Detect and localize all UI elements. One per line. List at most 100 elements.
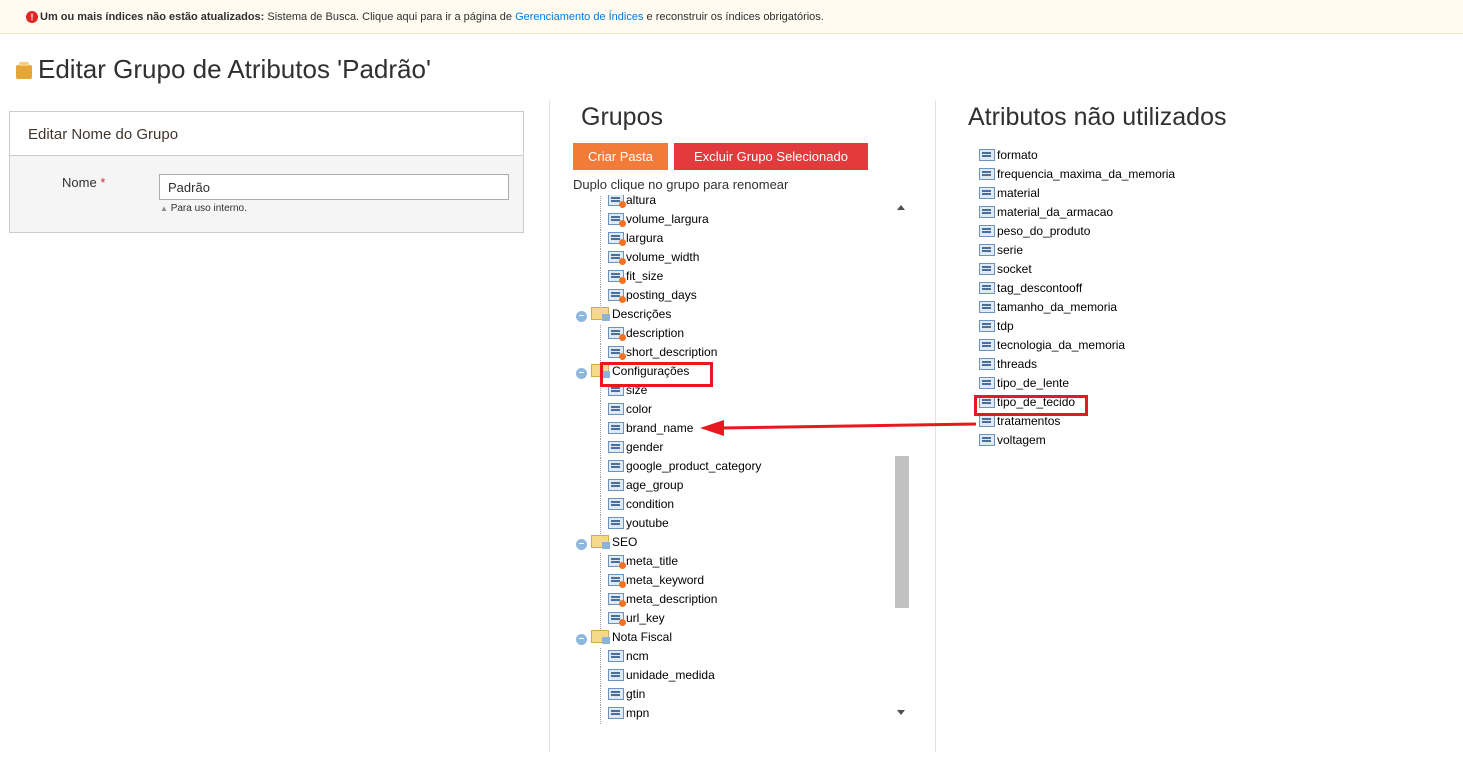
- unused-attribute-item[interactable]: socket: [979, 261, 1032, 279]
- tree-attribute-node[interactable]: description: [608, 325, 684, 343]
- tree-attribute-node[interactable]: google_product_category: [608, 458, 761, 476]
- tree-attribute-node[interactable]: gender: [608, 439, 663, 457]
- unused-attribute-item[interactable]: threads: [979, 356, 1037, 374]
- unused-attribute-item[interactable]: material: [979, 185, 1040, 203]
- tree-attribute-node[interactable]: condition: [608, 496, 674, 514]
- tree-attribute-node[interactable]: age_group: [608, 477, 683, 495]
- collapse-icon[interactable]: –: [576, 368, 587, 379]
- tree-connector: [600, 496, 601, 515]
- tree-group-folder[interactable]: – SEO: [576, 534, 637, 552]
- tree-attribute-node[interactable]: brand_name: [608, 420, 693, 438]
- tree-attribute-node[interactable]: fit_size: [608, 268, 663, 286]
- scroll-thumb[interactable]: [895, 456, 909, 608]
- tree-node-label: meta_keyword: [626, 573, 705, 587]
- unused-attribute-item[interactable]: formato: [979, 147, 1038, 165]
- tree-attribute-node[interactable]: largura: [608, 230, 663, 248]
- tree-attribute-node[interactable]: posting_days: [608, 287, 697, 305]
- unused-attribute-label: serie: [997, 243, 1024, 257]
- tree-attribute-node[interactable]: gtin: [608, 686, 645, 704]
- tree-node-label: gender: [626, 440, 664, 454]
- collapse-icon[interactable]: –: [576, 311, 587, 322]
- tree-node-label: volume_width: [626, 250, 700, 264]
- unused-attribute-item[interactable]: tdp: [979, 318, 1014, 336]
- tree-node-label: youtube: [626, 516, 669, 530]
- system-attribute-icon: [608, 289, 626, 303]
- tree-connector: [600, 667, 601, 686]
- note-triangle-icon: ▲: [160, 204, 168, 213]
- tree-attribute-node[interactable]: volume_largura: [608, 211, 709, 229]
- tree-attribute-node[interactable]: altura: [608, 195, 656, 210]
- tree-connector: [600, 195, 601, 211]
- tree-connector: [600, 344, 601, 363]
- scroll-up-arrow-icon[interactable]: [897, 205, 905, 210]
- tree-attribute-node[interactable]: youtube: [608, 515, 669, 533]
- unused-attribute-item[interactable]: tag_descontooff: [979, 280, 1082, 298]
- scroll-down-arrow-icon[interactable]: [897, 710, 905, 715]
- folder-icon: [591, 307, 610, 321]
- system-attribute-icon: [608, 213, 626, 227]
- tree-group-folder[interactable]: – Nota Fiscal: [576, 629, 672, 647]
- unused-attribute-item[interactable]: material_da_armacao: [979, 204, 1113, 222]
- tree-connector: [600, 477, 601, 496]
- tree-attribute-node[interactable]: url_key: [608, 610, 665, 628]
- attribute-icon: [979, 377, 995, 389]
- highlight-configuracoes-box: [600, 362, 713, 387]
- tree-group-folder[interactable]: – Descrições: [576, 306, 671, 324]
- edit-folder-icon: [16, 62, 32, 79]
- collapse-icon[interactable]: –: [576, 539, 587, 550]
- tree-connector: [600, 249, 601, 268]
- attribute-icon: [979, 168, 995, 180]
- tree-node-label: gtin: [626, 687, 646, 701]
- unused-attribute-item[interactable]: tecnologia_da_memoria: [979, 337, 1125, 355]
- tree-attribute-node[interactable]: volume_width: [608, 249, 699, 267]
- attribute-icon: [608, 422, 624, 434]
- tree-node-label: meta_description: [626, 592, 718, 606]
- tree-node-label: description: [626, 326, 685, 340]
- tree-attribute-node[interactable]: mpn: [608, 705, 649, 723]
- unused-attribute-item[interactable]: peso_do_produto: [979, 223, 1090, 241]
- tree-attribute-node[interactable]: ncm: [608, 648, 649, 666]
- highlight-tipo-de-tecido-box: [974, 395, 1088, 416]
- group-name-input[interactable]: [159, 174, 509, 200]
- unused-attribute-item[interactable]: serie: [979, 242, 1023, 260]
- unused-attribute-label: voltagem: [997, 433, 1046, 447]
- attribute-icon: [979, 244, 995, 256]
- name-field-row: Nome * ▲ Para uso interno.: [10, 156, 523, 232]
- tree-attribute-node[interactable]: unidade_medida: [608, 667, 715, 685]
- unused-attribute-item[interactable]: tamanho_da_memoria: [979, 299, 1117, 317]
- tree-node-label: altura: [626, 195, 657, 207]
- attribute-icon: [608, 517, 624, 529]
- tree-scrollbar[interactable]: [893, 195, 910, 725]
- tree-node-label: unidade_medida: [626, 668, 715, 682]
- system-attribute-icon: [608, 327, 626, 341]
- collapse-icon[interactable]: –: [576, 634, 587, 645]
- tree-attribute-node[interactable]: color: [608, 401, 652, 419]
- unused-attribute-item[interactable]: voltagem: [979, 432, 1046, 450]
- tree-attribute-node[interactable]: meta_title: [608, 553, 678, 571]
- system-attribute-icon: [608, 346, 626, 360]
- tree-attribute-node[interactable]: short_description: [608, 344, 717, 362]
- system-attribute-icon: [608, 593, 626, 607]
- groups-tree[interactable]: altura volume_largura largura volume_widthf…: [560, 195, 910, 725]
- tree-connector: [600, 268, 601, 287]
- unused-attribute-item[interactable]: tipo_de_lente: [979, 375, 1069, 393]
- tree-attribute-node[interactable]: meta_keyword: [608, 572, 704, 590]
- attribute-icon: [979, 339, 995, 351]
- unused-attribute-label: formato: [997, 148, 1038, 162]
- delete-selected-group-button[interactable]: Excluir Grupo Selecionado: [674, 143, 868, 170]
- unused-attribute-item[interactable]: frequencia_maxima_da_memoria: [979, 166, 1175, 184]
- column-divider: [549, 100, 550, 752]
- tree-node-label: ncm: [626, 649, 649, 663]
- tree-node-label: Nota Fiscal: [612, 630, 673, 644]
- create-folder-button[interactable]: Criar Pasta: [573, 143, 668, 170]
- tree-node-label: short_description: [626, 345, 718, 359]
- system-attribute-icon: [608, 232, 626, 246]
- required-mark: *: [100, 175, 106, 190]
- tree-attribute-node[interactable]: meta_description: [608, 591, 717, 609]
- index-management-link[interactable]: Gerenciamento de Índices: [515, 11, 643, 23]
- notice-text-end: e reconstruir os índices obrigatórios.: [643, 11, 824, 23]
- attribute-icon: [979, 263, 995, 275]
- attribute-icon: [608, 669, 624, 681]
- attribute-icon: [979, 415, 995, 427]
- tree-connector: [600, 458, 601, 477]
